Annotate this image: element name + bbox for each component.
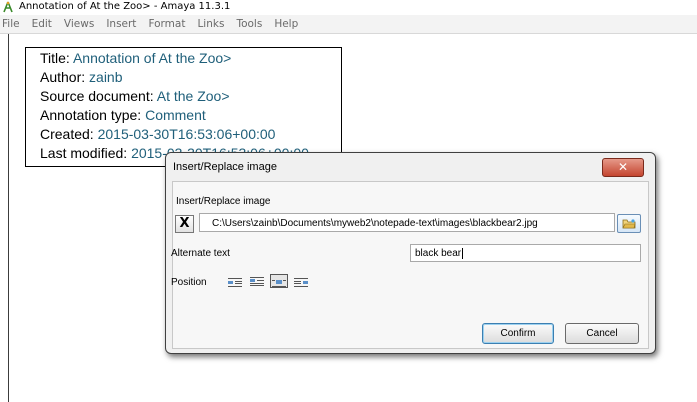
confirm-button[interactable]: Confirm [482, 323, 554, 344]
align-inline-icon[interactable] [270, 274, 288, 288]
image-path-field[interactable]: C:\Users\zainb\Documents\myweb2\notepade… [199, 213, 615, 232]
alternate-text-label: Alternate text [171, 248, 230, 259]
close-icon[interactable]: ✕ [602, 158, 644, 177]
menu-views[interactable]: Views [60, 15, 98, 33]
amaya-icon [3, 1, 13, 13]
menu-format[interactable]: Format [144, 15, 189, 33]
annotation-created-line: Created: 2015-03-30T16:53:06+00:00 [40, 126, 276, 142]
window-titlebar: Annotation of At the Zoo> - Amaya 11.3.1 [0, 0, 697, 14]
annotation-title-line: Title: Annotation of At the Zoo> [40, 50, 232, 66]
folder-browse-icon[interactable] [617, 214, 641, 233]
annotation-source-link[interactable]: At the Zoo> [157, 88, 230, 104]
dialog-title: Insert/Replace image [173, 161, 277, 173]
annotation-type-value: Comment [145, 107, 206, 123]
clear-path-button[interactable]: X [175, 215, 194, 233]
annotation-source-line: Source document: At the Zoo> [40, 88, 230, 104]
alternate-text-value: black bear [415, 248, 462, 259]
menu-edit[interactable]: Edit [28, 15, 56, 33]
align-center-icon[interactable] [248, 274, 266, 288]
cancel-button[interactable]: Cancel [565, 323, 639, 344]
menu-links[interactable]: Links [193, 15, 228, 33]
annotation-type-line: Annotation type: Comment [40, 107, 206, 123]
menu-tools[interactable]: Tools [232, 15, 266, 33]
align-left-icon[interactable] [226, 274, 244, 288]
align-right-icon[interactable] [292, 274, 310, 288]
menu-insert[interactable]: Insert [102, 15, 140, 33]
dialog-titlebar[interactable]: Insert/Replace image ✕ [166, 153, 655, 179]
annotation-created-value: 2015-03-30T16:53:06+00:00 [97, 126, 276, 142]
annotation-author-line: Author: zainb [40, 69, 123, 85]
annotation-title-link[interactable]: Annotation of At the Zoo> [73, 50, 231, 66]
alternate-text-input[interactable]: black bear [410, 244, 641, 262]
folder-icon [622, 219, 636, 229]
position-label: Position [171, 277, 207, 288]
menu-help[interactable]: Help [270, 15, 302, 33]
window-title: Annotation of At the Zoo> - Amaya 11.3.1 [19, 1, 231, 12]
menu-file[interactable]: File [0, 15, 24, 33]
menubar: File Edit Views Insert Format Links Tools Help [0, 15, 697, 34]
image-section-label: Insert/Replace image [176, 196, 271, 207]
annotation-author-value: zainb [89, 69, 123, 85]
